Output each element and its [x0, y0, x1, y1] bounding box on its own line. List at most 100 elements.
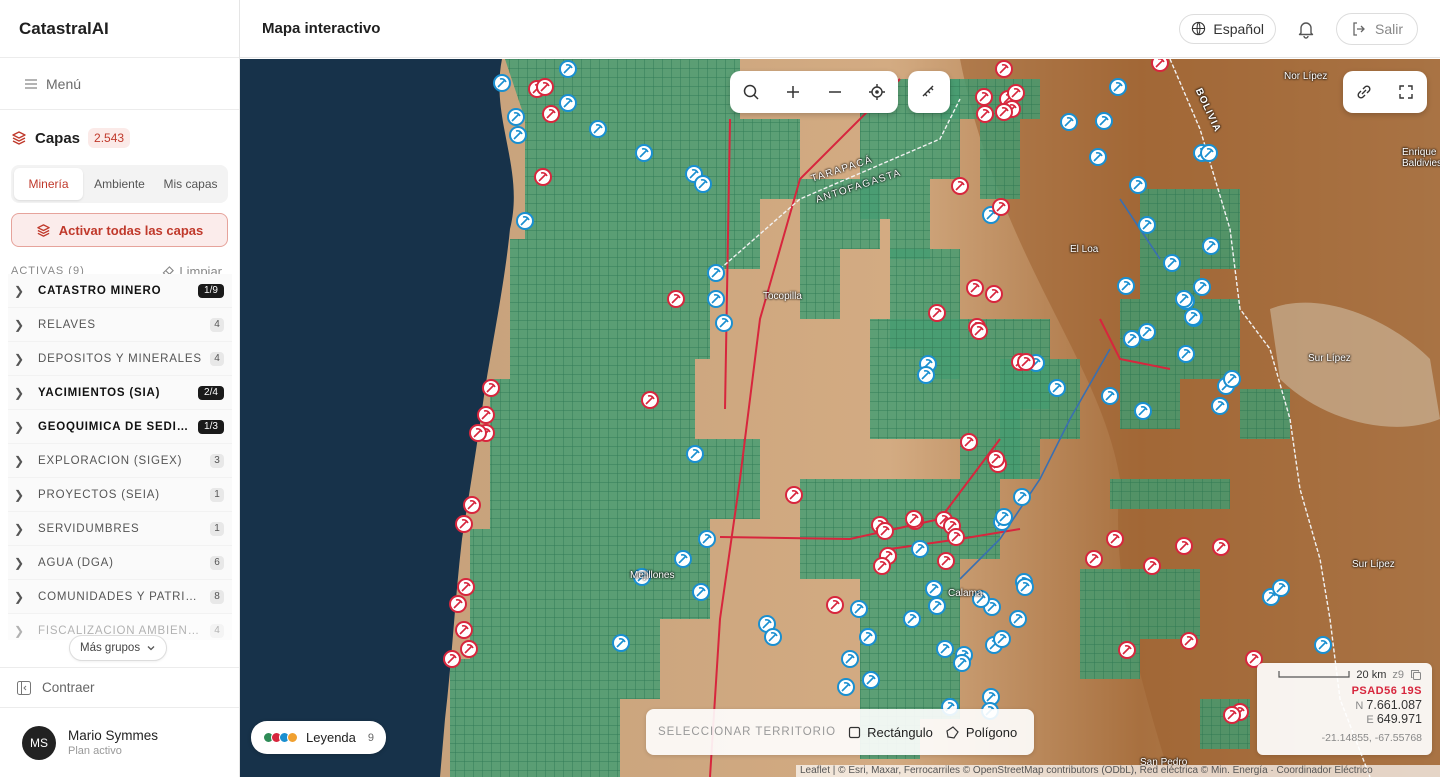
claim-polygon[interactable] — [1110, 479, 1230, 509]
legend-button[interactable]: Leyenda 9 — [251, 721, 387, 754]
mine-marker[interactable] — [947, 528, 965, 546]
mine-marker[interactable] — [1223, 706, 1241, 724]
deposit-marker[interactable] — [694, 175, 712, 193]
mine-marker[interactable] — [443, 650, 461, 668]
deposit-marker[interactable] — [862, 671, 880, 689]
deposit-marker[interactable] — [674, 550, 692, 568]
mine-marker[interactable] — [995, 60, 1013, 78]
deposit-marker[interactable] — [516, 212, 534, 230]
deposit-marker[interactable] — [509, 126, 527, 144]
deposit-marker[interactable] — [1134, 402, 1152, 420]
deposit-marker[interactable] — [1272, 579, 1290, 597]
more-groups-button[interactable]: Más grupos — [69, 635, 168, 661]
deposit-marker[interactable] — [841, 650, 859, 668]
deposit-marker[interactable] — [559, 94, 577, 112]
locate-icon[interactable] — [856, 71, 898, 113]
tab-ambiente[interactable]: Ambiente — [85, 168, 154, 200]
mine-marker[interactable] — [975, 88, 993, 106]
group-depositos[interactable]: ❯ DEPÓSITOS Y MINERALES 4 — [8, 342, 232, 376]
logout-button[interactable]: Salir — [1335, 12, 1418, 45]
deposit-marker[interactable] — [993, 630, 1011, 648]
deposit-marker[interactable] — [1175, 290, 1193, 308]
mine-marker[interactable] — [1007, 84, 1025, 102]
mine-marker[interactable] — [985, 285, 1003, 303]
mine-marker[interactable] — [455, 515, 473, 533]
mine-marker[interactable] — [951, 177, 969, 195]
deposit-marker[interactable] — [612, 634, 630, 652]
deposit-marker[interactable] — [1109, 78, 1127, 96]
deposit-marker[interactable] — [1314, 636, 1332, 654]
deposit-marker[interactable] — [1095, 112, 1113, 130]
deposit-marker[interactable] — [589, 120, 607, 138]
language-selector[interactable]: Español — [1179, 13, 1276, 44]
zoom-in-icon[interactable] — [772, 71, 814, 113]
deposit-marker[interactable] — [507, 108, 525, 126]
mine-marker[interactable] — [937, 552, 955, 570]
fullscreen-icon[interactable] — [1385, 71, 1427, 113]
mine-marker[interactable] — [970, 322, 988, 340]
deposit-marker[interactable] — [1184, 308, 1202, 326]
deposit-marker[interactable] — [1009, 610, 1027, 628]
mine-marker[interactable] — [477, 406, 495, 424]
group-agua[interactable]: ❯ AGUA (DGA) 6 — [8, 546, 232, 580]
deposit-marker[interactable] — [1223, 370, 1241, 388]
group-relaves[interactable]: ❯ RELAVES 4 — [8, 308, 232, 342]
deposit-marker[interactable] — [1138, 216, 1156, 234]
claim-polygon[interactable] — [1240, 389, 1290, 439]
deposit-marker[interactable] — [707, 290, 725, 308]
copy-icon[interactable] — [1410, 669, 1422, 681]
mine-marker[interactable] — [873, 557, 891, 575]
menu-button[interactable]: Menú — [0, 58, 239, 110]
deposit-marker[interactable] — [995, 508, 1013, 526]
search-icon[interactable] — [730, 71, 772, 113]
ruler-icon[interactable] — [908, 71, 950, 113]
mine-marker[interactable] — [1175, 537, 1193, 555]
mine-marker[interactable] — [876, 522, 894, 540]
map-view[interactable]: Nor Lípez BOLIVIA Enrique Baldivieso TAR… — [240, 59, 1440, 777]
deposit-marker[interactable] — [1193, 278, 1211, 296]
group-yacimientos[interactable]: ❯ YACIMIENTOS (SIA) 2/4 — [8, 376, 232, 410]
deposit-marker[interactable] — [559, 60, 577, 78]
zoom-out-icon[interactable] — [814, 71, 856, 113]
mine-marker[interactable] — [1151, 59, 1169, 72]
deposit-marker[interactable] — [1211, 397, 1229, 415]
mine-marker[interactable] — [482, 379, 500, 397]
mine-marker[interactable] — [1143, 557, 1161, 575]
user-profile[interactable]: MS Mario Symmes Plan activo — [0, 707, 239, 777]
mine-marker[interactable] — [1180, 632, 1198, 650]
deposit-marker[interactable] — [1200, 144, 1218, 162]
deposit-marker[interactable] — [1177, 345, 1195, 363]
group-proyectos[interactable]: ❯ PROYECTOS (SEIA) 1 — [8, 478, 232, 512]
mine-marker[interactable] — [534, 168, 552, 186]
deposit-marker[interactable] — [698, 530, 716, 548]
mine-marker[interactable] — [536, 78, 554, 96]
deposit-marker[interactable] — [1101, 387, 1119, 405]
mine-marker[interactable] — [542, 105, 560, 123]
deposit-marker[interactable] — [925, 580, 943, 598]
deposit-marker[interactable] — [692, 583, 710, 601]
deposit-marker[interactable] — [911, 540, 929, 558]
deposit-marker[interactable] — [764, 628, 782, 646]
polygon-tool-button[interactable]: Polígono — [945, 725, 1017, 740]
mine-marker[interactable] — [457, 578, 475, 596]
deposit-marker[interactable] — [686, 445, 704, 463]
tab-mineria[interactable]: Minería — [14, 168, 83, 200]
mine-marker[interactable] — [463, 496, 481, 514]
mine-marker[interactable] — [905, 510, 923, 528]
deposit-marker[interactable] — [936, 640, 954, 658]
deposit-marker[interactable] — [1013, 488, 1031, 506]
deposit-marker[interactable] — [837, 678, 855, 696]
mine-marker[interactable] — [992, 198, 1010, 216]
link-icon[interactable] — [1343, 71, 1385, 113]
mine-marker[interactable] — [469, 424, 487, 442]
deposit-marker[interactable] — [1163, 254, 1181, 272]
deposit-marker[interactable] — [850, 600, 868, 618]
mine-marker[interactable] — [928, 304, 946, 322]
mine-marker[interactable] — [1212, 538, 1230, 556]
deposit-marker[interactable] — [1089, 148, 1107, 166]
deposit-marker[interactable] — [715, 314, 733, 332]
deposit-marker[interactable] — [928, 597, 946, 615]
group-catastro-minero[interactable]: ❯ CATASTRO MINERO 1/9 — [8, 274, 232, 308]
mine-marker[interactable] — [667, 290, 685, 308]
mine-marker[interactable] — [449, 595, 467, 613]
